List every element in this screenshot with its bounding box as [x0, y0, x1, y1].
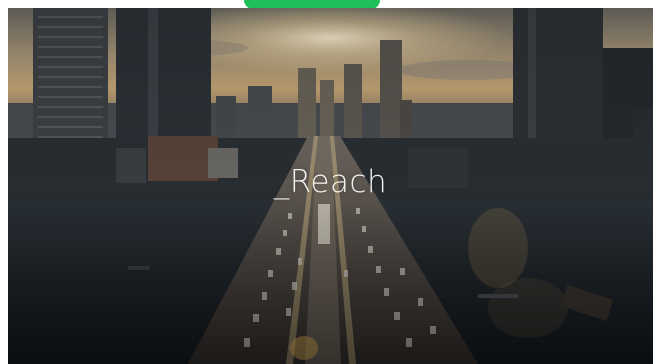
video-frame: _Reach: [8, 8, 653, 364]
overlay-title: _Reach: [273, 164, 388, 200]
